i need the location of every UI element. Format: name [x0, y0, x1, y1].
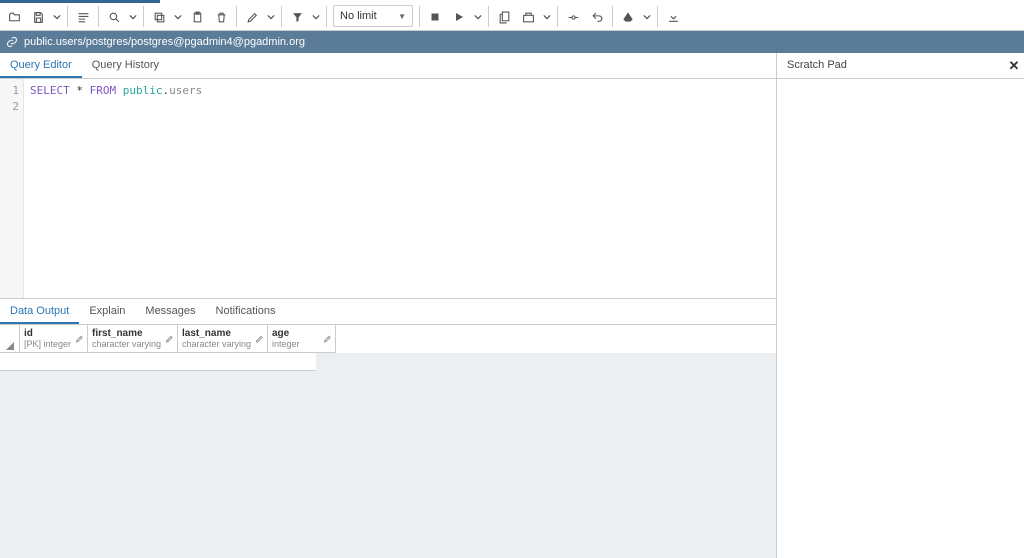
gutter: 12: [0, 79, 24, 298]
output-tab-explain[interactable]: Explain: [79, 299, 135, 324]
connection-icon: [6, 36, 18, 48]
line-number: 2: [0, 99, 19, 115]
save-button[interactable]: [26, 4, 50, 30]
editor-tabs: Query EditorQuery History: [0, 53, 776, 79]
execute-dropdown[interactable]: [471, 4, 485, 30]
grid-header: id[PK] integerfirst_namecharacter varyin…: [0, 325, 776, 353]
caret-down-icon: ▼: [398, 12, 406, 21]
grid-corner[interactable]: [0, 325, 20, 353]
save-dropdown[interactable]: [50, 4, 64, 30]
column-header-age[interactable]: ageinteger: [268, 325, 336, 353]
pencil-icon[interactable]: [165, 334, 174, 343]
context-path: public.users/postgres/postgres@pgadmin4@…: [24, 36, 305, 48]
line-number: 1: [0, 83, 19, 99]
pencil-icon[interactable]: [255, 334, 264, 343]
column-name: last_name: [182, 328, 251, 339]
scratch-pad-label: Scratch Pad: [777, 53, 857, 78]
scratch-pad-panel: Scratch Pad ✕: [776, 53, 1024, 558]
sql-token: SELECT: [30, 84, 70, 97]
column-header-id[interactable]: id[PK] integer: [20, 325, 88, 353]
column-name: age: [272, 328, 300, 339]
clear-dropdown[interactable]: [640, 4, 654, 30]
download-button[interactable]: [661, 4, 685, 30]
column-type: [PK] integer: [24, 339, 71, 350]
output-pane: Data OutputExplainMessagesNotifications …: [0, 298, 776, 558]
editor-tab-query-history[interactable]: Query History: [82, 53, 169, 78]
scratch-tabs: Scratch Pad ✕: [777, 53, 1024, 79]
explain-button[interactable]: [492, 4, 516, 30]
column-header-last_name[interactable]: last_namecharacter varying: [178, 325, 268, 353]
edit-dropdown[interactable]: [264, 4, 278, 30]
explain-analyze-button[interactable]: [516, 4, 540, 30]
context-bar: public.users/postgres/postgres@pgadmin4@…: [0, 31, 1024, 53]
column-type: integer: [272, 339, 300, 350]
editor-area[interactable]: 12 SELECT * FROM public.users: [0, 79, 776, 298]
output-tab-messages[interactable]: Messages: [135, 299, 205, 324]
limit-select-label: No limit: [340, 10, 377, 22]
clear-button[interactable]: [616, 4, 640, 30]
edit-button[interactable]: [240, 4, 264, 30]
editor-tab-query-editor[interactable]: Query Editor: [0, 53, 82, 78]
sql-token: users: [169, 84, 202, 97]
delete-row-button[interactable]: [209, 4, 233, 30]
output-tab-data-output[interactable]: Data Output: [0, 299, 79, 324]
pencil-icon[interactable]: [75, 334, 84, 343]
left-column: Query EditorQuery History 12 SELECT * FR…: [0, 53, 776, 558]
sql-token: FROM: [90, 84, 117, 97]
paste-button[interactable]: [185, 4, 209, 30]
column-type: character varying: [92, 339, 161, 350]
search-dropdown[interactable]: [126, 4, 140, 30]
pencil-icon[interactable]: [323, 334, 332, 343]
copy-button[interactable]: [147, 4, 171, 30]
filter-button[interactable]: [285, 4, 309, 30]
search-button[interactable]: [102, 4, 126, 30]
scratch-pad-body[interactable]: [777, 79, 1024, 558]
code-editor[interactable]: SELECT * FROM public.users: [24, 79, 776, 298]
grid-blank-row: [0, 353, 316, 371]
stop-button[interactable]: [423, 4, 447, 30]
rollback-button[interactable]: [585, 4, 609, 30]
output-tab-notifications[interactable]: Notifications: [206, 299, 286, 324]
close-scratch-button[interactable]: ✕: [1004, 53, 1024, 78]
toolbar: No limit ▼: [0, 3, 1024, 31]
sql-token: public: [123, 84, 163, 97]
filter-dropdown[interactable]: [309, 4, 323, 30]
limit-select[interactable]: No limit ▼: [333, 5, 413, 27]
commit-button[interactable]: [561, 4, 585, 30]
execute-button[interactable]: [447, 4, 471, 30]
find-button[interactable]: [71, 4, 95, 30]
column-name: id: [24, 328, 71, 339]
copy-dropdown[interactable]: [171, 4, 185, 30]
explain-dropdown[interactable]: [540, 4, 554, 30]
column-name: first_name: [92, 328, 161, 339]
main-area: Query EditorQuery History 12 SELECT * FR…: [0, 53, 1024, 558]
output-tabs: Data OutputExplainMessagesNotifications: [0, 299, 776, 325]
column-type: character varying: [182, 339, 251, 350]
result-grid[interactable]: id[PK] integerfirst_namecharacter varyin…: [0, 325, 776, 558]
open-file-button[interactable]: [2, 4, 26, 30]
sql-token: *: [76, 84, 83, 97]
column-header-first_name[interactable]: first_namecharacter varying: [88, 325, 178, 353]
